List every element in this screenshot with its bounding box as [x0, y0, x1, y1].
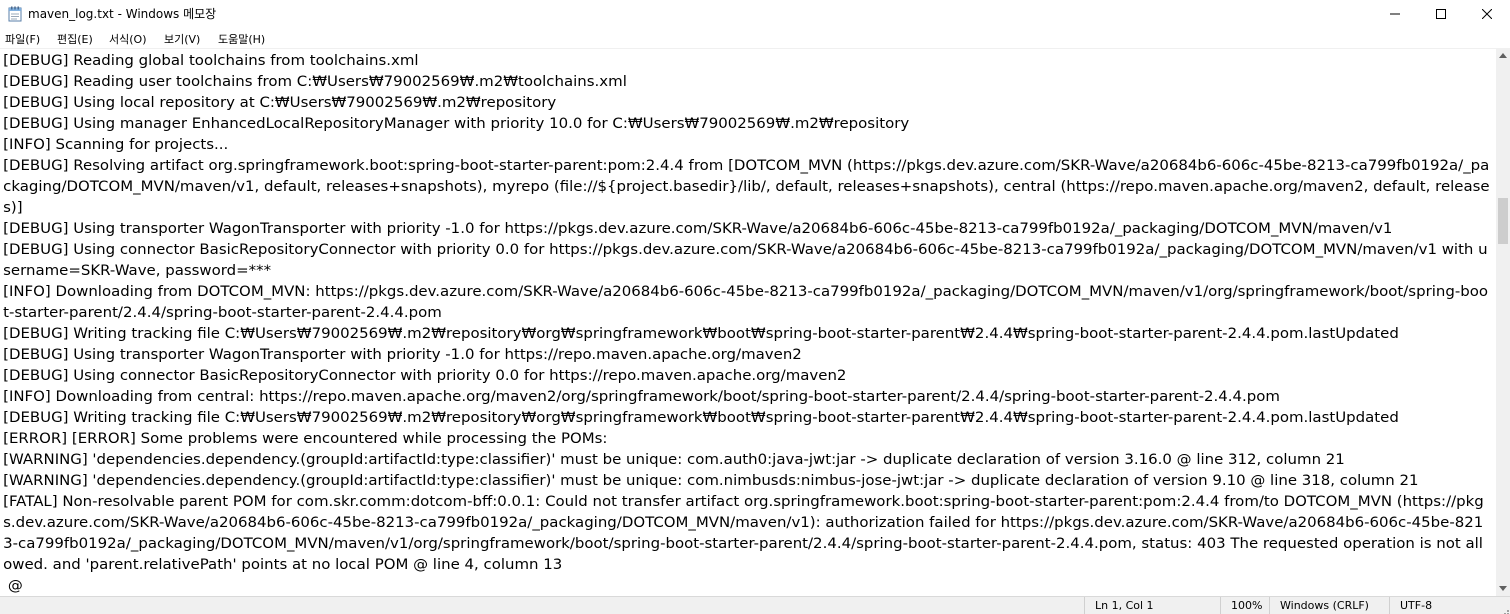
- status-bar: Ln 1, Col 1 100% Windows (CRLF) UTF-8: [0, 596, 1510, 614]
- resize-grip-icon[interactable]: [1499, 603, 1509, 614]
- scroll-thumb[interactable]: [1498, 198, 1508, 244]
- log-line: [DEBUG] Using connector BasicRepositoryC…: [3, 368, 847, 384]
- maximize-button[interactable]: [1418, 0, 1464, 28]
- log-line: [INFO] Scanning for projects...: [3, 137, 229, 153]
- maximize-icon: [1436, 9, 1446, 19]
- log-line: [DEBUG] Using manager EnhancedLocalRepos…: [3, 116, 910, 132]
- log-line: [INFO] Downloading from central: https:/…: [3, 389, 1280, 405]
- scroll-up-arrow-icon[interactable]: [1499, 53, 1507, 58]
- status-cursor-position: Ln 1, Col 1: [1084, 597, 1220, 614]
- close-icon: [1482, 9, 1492, 19]
- log-line: [FATAL] Non-resolvable parent POM for co…: [3, 494, 1484, 573]
- log-line: [WARNING] 'dependencies.dependency.(grou…: [3, 452, 1345, 468]
- vertical-scrollbar[interactable]: [1496, 48, 1510, 596]
- log-line: [WARNING] 'dependencies.dependency.(grou…: [3, 473, 1419, 489]
- notepad-icon: [8, 6, 22, 22]
- window-title: maven_log.txt - Windows 메모장: [28, 7, 217, 21]
- menu-help[interactable]: 도움말(H): [218, 31, 265, 47]
- log-line: @: [3, 578, 23, 594]
- status-line-ending: Windows (CRLF): [1269, 597, 1389, 614]
- log-line: [ERROR] [ERROR] Some problems were encou…: [3, 431, 608, 447]
- menu-file[interactable]: 파일(F): [5, 31, 40, 47]
- log-content: [DEBUG] Reading global toolchains from t…: [0, 51, 1494, 596]
- menu-bar: 파일(F) 편집(E) 서식(O) 보기(V) 도움말(H): [0, 28, 1510, 48]
- menu-format[interactable]: 서식(O): [109, 31, 146, 47]
- log-line: [DEBUG] Writing tracking file C:₩Users₩7…: [3, 410, 1399, 426]
- status-zoom: 100%: [1220, 597, 1269, 614]
- log-line: [DEBUG] Using connector BasicRepositoryC…: [3, 242, 1488, 279]
- menu-view[interactable]: 보기(V): [164, 31, 200, 47]
- log-line: [DEBUG] Resolving artifact org.springfra…: [3, 158, 1490, 216]
- log-line: [DEBUG] Reading global toolchains from t…: [3, 53, 419, 69]
- scroll-down-arrow-icon[interactable]: [1499, 586, 1507, 591]
- menu-edit[interactable]: 편집(E): [57, 31, 93, 47]
- text-editor[interactable]: [DEBUG] Reading global toolchains from t…: [0, 48, 1496, 596]
- log-line: [DEBUG] Reading user toolchains from C:₩…: [3, 74, 627, 90]
- status-encoding: UTF-8: [1389, 597, 1496, 614]
- log-line: [DEBUG] Using transporter WagonTransport…: [3, 347, 802, 363]
- minimize-button[interactable]: [1372, 0, 1418, 28]
- log-line: [INFO] Downloading from DOTCOM_MVN: http…: [3, 284, 1488, 321]
- log-line: [DEBUG] Using local repository at C:₩Use…: [3, 95, 557, 111]
- close-button[interactable]: [1464, 0, 1510, 28]
- log-line: [DEBUG] Writing tracking file C:₩Users₩7…: [3, 326, 1399, 342]
- log-line: [DEBUG] Using transporter WagonTransport…: [3, 221, 1393, 237]
- title-bar[interactable]: maven_log.txt - Windows 메모장: [0, 0, 1510, 28]
- minimize-icon: [1390, 13, 1400, 15]
